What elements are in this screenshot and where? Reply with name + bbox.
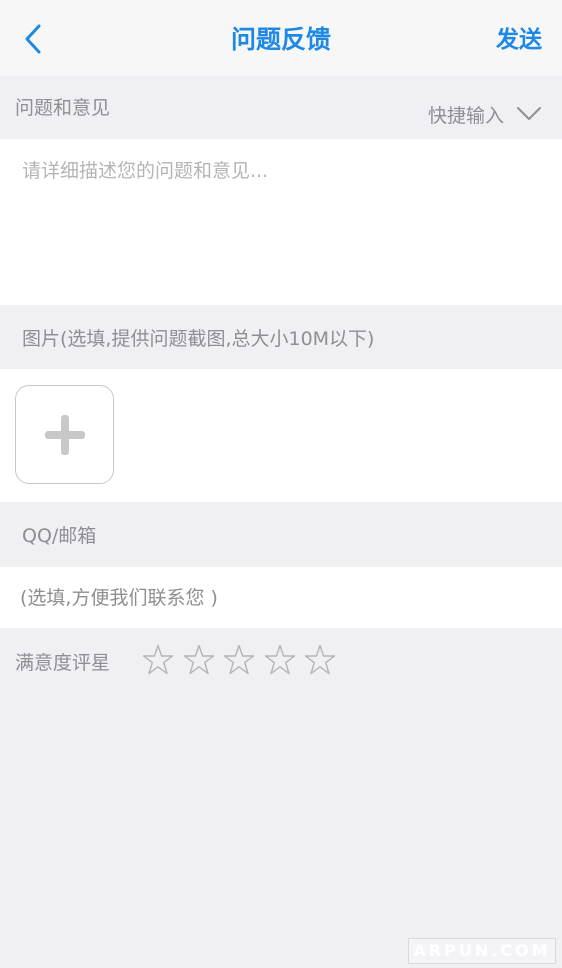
rating-label: 满意度评星 <box>15 652 111 674</box>
page-title: 问题反馈 <box>230 25 331 54</box>
star-2[interactable] <box>182 643 216 677</box>
star-1[interactable] <box>141 643 175 677</box>
star-rating <box>141 643 344 677</box>
send-button[interactable]: 发送 <box>496 22 542 58</box>
contact-section-label: QQ/邮箱 <box>22 525 97 547</box>
chevron-down-icon <box>517 107 541 120</box>
images-section-label: 图片(选填,提供问题截图,总大小10M以下) <box>22 328 375 350</box>
contact-input[interactable] <box>0 567 562 628</box>
contact-section-header: QQ/邮箱 <box>0 502 562 567</box>
feedback-description-input[interactable] <box>0 139 562 305</box>
star-5[interactable] <box>303 643 337 677</box>
plus-icon <box>44 414 85 455</box>
navigation-bar: 问题反馈 发送 <box>0 0 562 76</box>
quick-input-button[interactable]: 快捷输入 <box>428 98 542 130</box>
star-outline-icon <box>304 644 336 675</box>
star-outline-icon <box>183 644 214 675</box>
star-outline-icon <box>264 644 295 675</box>
add-image-button[interactable] <box>15 385 114 484</box>
star-outline-icon <box>142 644 174 675</box>
star-4[interactable] <box>263 643 297 677</box>
star-outline-icon <box>223 644 255 675</box>
watermark: ARPUN.COM <box>408 938 556 964</box>
quick-input-label: 快捷输入 <box>427 104 504 127</box>
images-section-header: 图片(选填,提供问题截图,总大小10M以下) <box>0 305 562 369</box>
star-3[interactable] <box>222 643 256 677</box>
feedback-section-label: 问题和意见 <box>15 97 111 119</box>
